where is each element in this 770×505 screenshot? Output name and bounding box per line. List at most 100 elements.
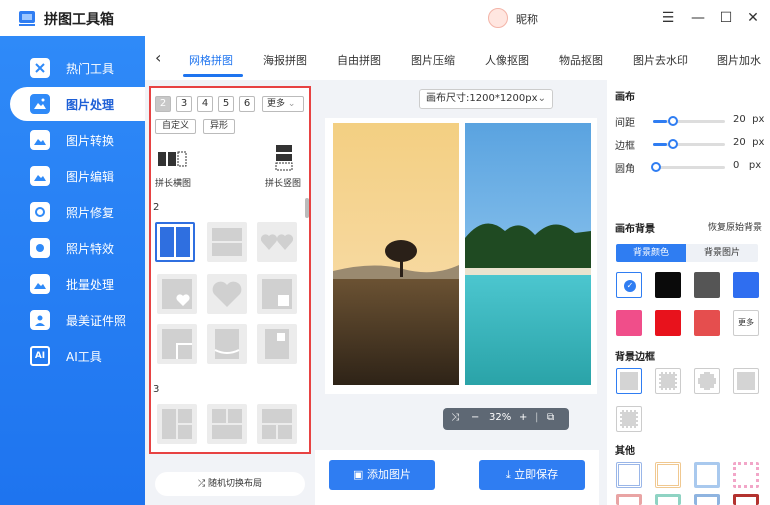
long-horizontal-icon[interactable] <box>157 150 187 168</box>
layout-thumb-2-heart-inset[interactable] <box>157 274 197 314</box>
layout-thumb-2-corner-inset[interactable] <box>257 274 297 314</box>
more-colors-button[interactable]: 更多 <box>733 310 759 336</box>
collage-canvas[interactable] <box>325 118 597 394</box>
tab-bg-image[interactable]: 背景图片 <box>686 244 758 262</box>
color-swatch-coral[interactable] <box>694 310 720 336</box>
color-swatch-pink[interactable] <box>616 310 642 336</box>
save-now-button[interactable]: ⤓ 立即保存 <box>479 460 585 490</box>
tab-object-cutout[interactable]: 物品抠图 <box>559 52 603 68</box>
scrollbar[interactable] <box>305 198 309 218</box>
layout-thumb-2-small-inset[interactable] <box>257 324 297 364</box>
fit-icon[interactable]: ⤨ <box>451 412 459 423</box>
minimize-icon[interactable]: — <box>688 8 708 28</box>
count-5-button[interactable]: 5 <box>218 96 234 112</box>
sidebar-item-ai-tools[interactable]: AI AI工具 <box>10 339 145 373</box>
avatar[interactable] <box>488 8 508 28</box>
count-3-button[interactable]: 3 <box>176 96 192 112</box>
frame-option-light-blue[interactable] <box>694 462 720 488</box>
back-icon[interactable]: ‹ <box>155 48 161 67</box>
zoom-divider: | <box>535 412 539 423</box>
tab-add-watermark[interactable]: 图片加水 <box>717 52 761 68</box>
photo-effect-icon <box>30 238 50 258</box>
nickname[interactable]: 昵称 <box>516 11 538 27</box>
tab-grid-collage[interactable]: 网格拼图 <box>189 52 233 68</box>
spacing-unit: px <box>752 114 765 125</box>
menu-icon[interactable]: ☰ <box>658 8 678 28</box>
color-swatch-red[interactable] <box>655 310 681 336</box>
border-slider-knob[interactable] <box>668 139 678 149</box>
spacing-slider-knob[interactable] <box>668 116 678 126</box>
sidebar-item-id-photo[interactable]: 最美证件照 <box>10 303 145 337</box>
bg-border-option-wave[interactable] <box>616 406 642 432</box>
fullscreen-icon[interactable]: ⧉ <box>547 412 554 423</box>
sidebar-item-image-convert[interactable]: 图片转换 <box>10 123 145 157</box>
bg-border-option-stamp[interactable] <box>655 368 681 394</box>
layout-thumb-3-a[interactable] <box>157 404 197 444</box>
tab-free-collage[interactable]: 自由拼图 <box>337 52 381 68</box>
long-vertical-label[interactable]: 拼长竖图 <box>265 176 301 189</box>
frame-option-mint[interactable] <box>655 494 681 505</box>
canvas-size-select[interactable]: 画布尺寸:1200*1200px ⌄ <box>419 89 553 109</box>
sunset-photo[interactable] <box>333 123 459 385</box>
maximize-icon[interactable]: ☐ <box>716 8 736 28</box>
save-now-label: 立即保存 <box>514 468 559 481</box>
frame-option-navy[interactable] <box>694 494 720 505</box>
frame-option-pink[interactable] <box>733 462 759 488</box>
more-count-select[interactable]: 更多 ⌄ <box>262 96 304 112</box>
tab-image-compress[interactable]: 图片压缩 <box>411 52 455 68</box>
frame-option-blue[interactable] <box>616 462 642 488</box>
reset-bg-link[interactable]: 恢复原始背景 <box>708 220 762 233</box>
color-swatch-gray[interactable] <box>694 272 720 298</box>
add-image-button[interactable]: ▣ 添加图片 <box>329 460 435 490</box>
custom-button[interactable]: 自定义 <box>155 119 197 134</box>
sidebar-item-batch[interactable]: 批量处理 <box>10 267 145 301</box>
check-icon: ✓ <box>624 280 636 292</box>
tab-bg-color[interactable]: 背景颜色 <box>616 244 686 262</box>
layout-thumb-2-l-shape[interactable] <box>157 324 197 364</box>
layout-thumb-2-heart[interactable] <box>207 274 247 314</box>
tab-remove-watermark[interactable]: 图片去水印 <box>633 52 688 68</box>
color-swatch-white[interactable]: ✓ <box>616 272 642 298</box>
sidebar-item-photo-repair[interactable]: 照片修复 <box>10 195 145 229</box>
radius-slider[interactable] <box>651 162 725 172</box>
zoom-in-icon[interactable]: + <box>519 412 527 423</box>
zoom-out-icon[interactable]: − <box>471 412 479 423</box>
sidebar-item-hot-tools[interactable]: 热门工具 <box>10 51 145 85</box>
frame-option-orange[interactable] <box>655 462 681 488</box>
layout-thumb-3-b[interactable] <box>207 404 247 444</box>
long-horizontal-label[interactable]: 拼长横图 <box>155 176 191 189</box>
layout-thumb-2-horizontal[interactable] <box>207 222 247 262</box>
bg-border-option-rough[interactable] <box>733 368 759 394</box>
layout-thumb-3-c[interactable] <box>257 404 297 444</box>
count-4-button[interactable]: 4 <box>197 96 213 112</box>
tab-poster-collage[interactable]: 海报拼图 <box>263 52 307 68</box>
close-icon[interactable]: ✕ <box>743 8 763 28</box>
radius-slider-knob[interactable] <box>651 162 661 172</box>
canvas-section-title: 画布 <box>615 92 635 103</box>
sidebar-item-photo-effect[interactable]: 照片特效 <box>10 231 145 265</box>
layout-thumb-2-curve[interactable] <box>207 324 247 364</box>
beach-photo[interactable] <box>465 123 591 385</box>
color-swatch-black[interactable] <box>655 272 681 298</box>
frame-option-dark-red[interactable] <box>733 494 759 505</box>
bg-border-option-torn[interactable] <box>694 368 720 394</box>
spacing-slider-fill <box>653 120 667 123</box>
frame-option-red-floral[interactable] <box>616 494 642 505</box>
border-slider[interactable] <box>653 139 725 149</box>
irregular-button[interactable]: 异形 <box>203 119 236 134</box>
sidebar-item-image-process[interactable]: 图片处理 <box>10 87 145 121</box>
canvas-bg-title: 画布背景 <box>615 224 655 235</box>
bg-border-option-plain[interactable] <box>616 368 642 394</box>
spacing-slider[interactable] <box>653 116 725 126</box>
random-layout-button[interactable]: ⤮ 随机切换布局 <box>155 472 305 496</box>
layout-thumb-2-vertical[interactable] <box>155 222 195 262</box>
long-vertical-icon[interactable] <box>275 144 293 172</box>
count-6-button[interactable]: 6 <box>239 96 255 112</box>
layout-thumb-2-hearts[interactable] <box>257 222 297 262</box>
border-unit: px <box>752 137 765 148</box>
sidebar-item-image-edit[interactable]: 图片编辑 <box>10 159 145 193</box>
tab-portrait-cutout[interactable]: 人像抠图 <box>485 52 529 68</box>
image-icon: ▣ <box>353 468 364 481</box>
count-2-button[interactable]: 2 <box>155 96 171 112</box>
color-swatch-blue[interactable] <box>733 272 759 298</box>
